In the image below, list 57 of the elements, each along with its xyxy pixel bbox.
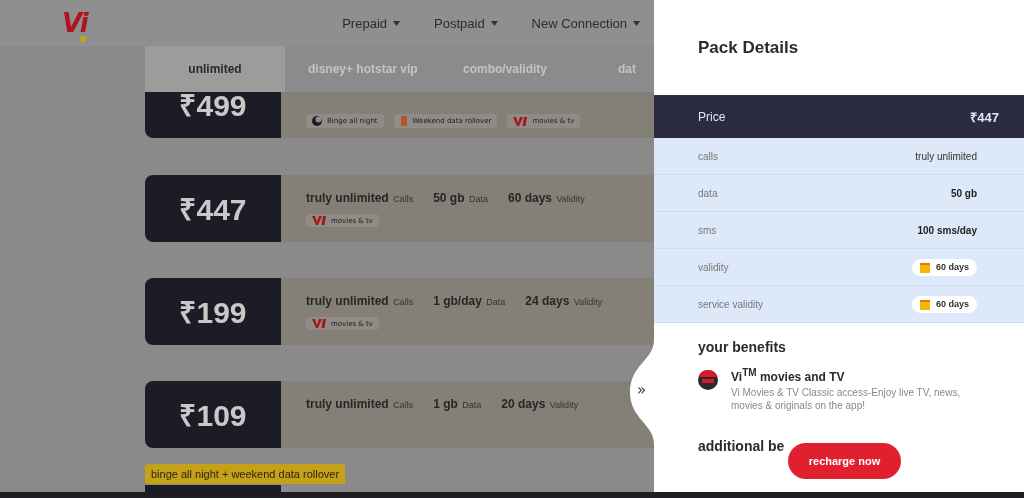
app-icon: [698, 370, 718, 390]
row-value: truly unlimited: [915, 150, 977, 162]
feature-value: 1 gb: [433, 397, 458, 411]
feature-value: 20 days: [501, 397, 546, 411]
feature-value: 50 gb: [433, 191, 465, 205]
row-label: validity: [698, 261, 729, 273]
feature-value: 60 days: [507, 191, 552, 205]
row-label: calls: [698, 150, 718, 162]
benefit-description: Vi Movies & TV Classic access-Enjoy live TV, news, movies & originals on the app!: [731, 386, 962, 412]
vi-logo-icon: [513, 116, 528, 126]
feature-value: truly unlimited: [306, 191, 389, 205]
pack-price[interactable]: ₹199: [145, 278, 281, 345]
collapse-button[interactable]: »: [637, 381, 647, 399]
validity-pill: 60 days: [911, 258, 977, 276]
vi-logo-icon: [312, 319, 326, 328]
calendar-icon: [919, 298, 930, 310]
section-title: additional be: [698, 438, 786, 454]
panel-title: Pack Details: [697, 37, 800, 57]
pack-price[interactable]: ₹109: [145, 381, 281, 448]
row-label: data: [698, 187, 718, 199]
feature-label: Data: [468, 194, 488, 204]
row-label: Price: [698, 109, 726, 124]
feature-label: Data: [486, 297, 506, 307]
nav-menu[interactable]: Postpaid: [434, 15, 498, 31]
pack-price[interactable]: ₹499: [145, 92, 281, 138]
feature-label: Calls: [393, 297, 414, 307]
feature-label: Calls: [393, 400, 414, 410]
feature-label: Calls: [393, 194, 414, 204]
feature-label: Validity: [573, 297, 603, 307]
row-label: service validity: [698, 298, 764, 310]
feature-label: Data: [462, 400, 482, 410]
pack-price[interactable]: ₹447: [145, 175, 281, 242]
caret-icon: [633, 20, 640, 26]
row-label: sms: [698, 224, 717, 236]
row-value: 50 gb: [950, 187, 977, 199]
row-value: 100 sms/day: [917, 224, 977, 236]
validity-pill: 60 days: [911, 295, 977, 313]
caret-icon: [393, 20, 400, 26]
calendar-icon: [919, 261, 930, 273]
row-value: ₹447: [970, 108, 999, 126]
caret-icon: [490, 20, 498, 26]
feature-value: truly unlimited: [306, 397, 389, 411]
feature-label: Validity: [549, 400, 579, 410]
category-tab[interactable]: unlimited: [145, 46, 285, 92]
feature-label: Validity: [556, 194, 585, 204]
feature-value: truly unlimited: [306, 294, 389, 308]
vi-logo-icon: [312, 216, 326, 225]
data-icon: [399, 116, 408, 126]
feature-value: 1 gb/day: [433, 294, 482, 308]
pack-tag: binge all night + weekend data rollover: [145, 464, 346, 484]
section-title: your benefits: [698, 339, 787, 355]
recharge-button[interactable]: recharge now: [788, 443, 901, 479]
nav-menu[interactable]: New Connection: [531, 15, 640, 31]
nav-menu[interactable]: Prepaid: [342, 15, 400, 31]
feature-value: 24 days: [525, 294, 570, 308]
benefit-title: Vi$^{TM}$ movies and TV: [731, 367, 846, 384]
moon-icon: [312, 116, 322, 126]
